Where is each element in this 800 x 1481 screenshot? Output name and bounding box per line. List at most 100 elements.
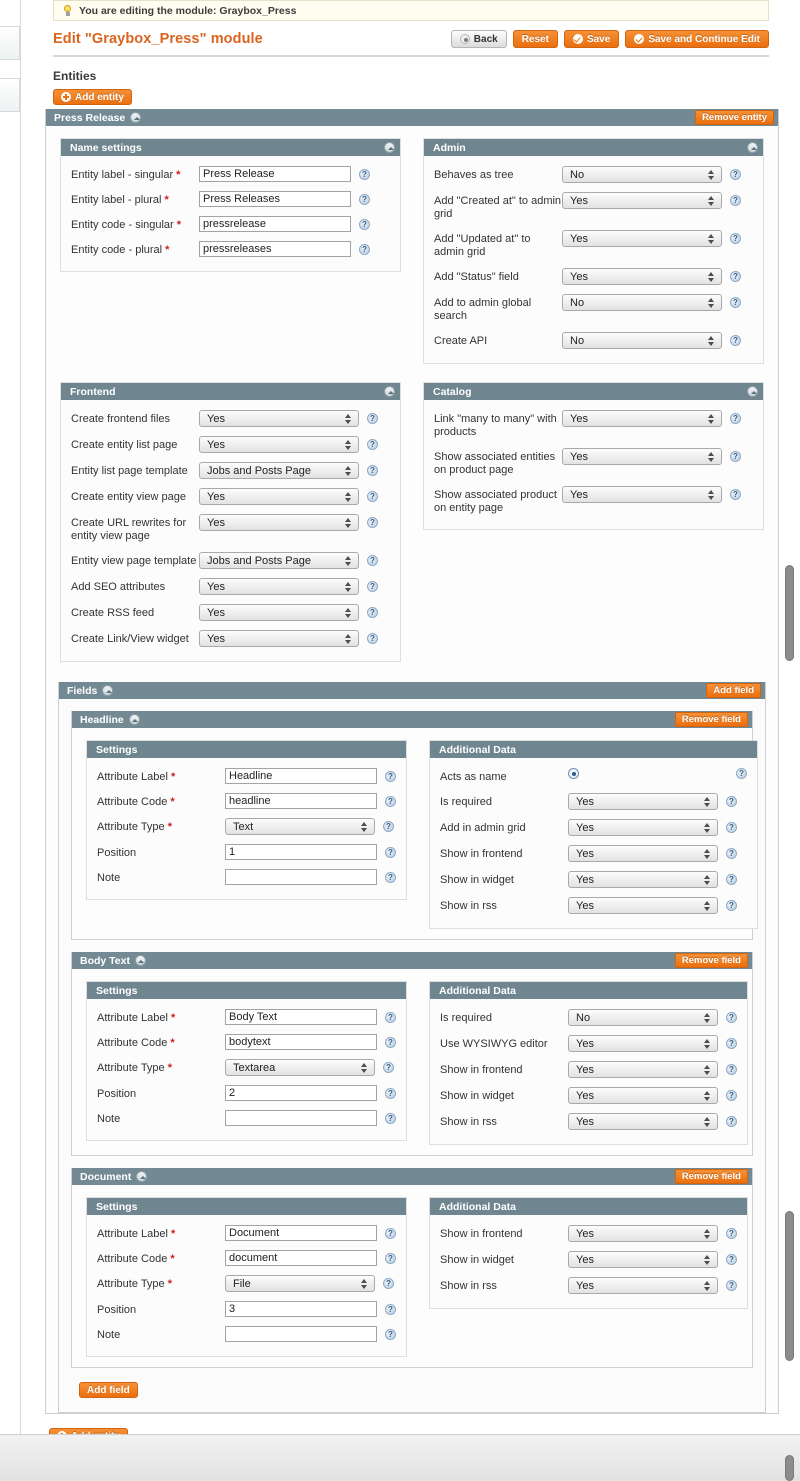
help-icon[interactable] (730, 195, 741, 206)
help-icon[interactable] (726, 848, 737, 859)
help-icon[interactable] (726, 1228, 737, 1239)
help-icon[interactable] (367, 517, 378, 528)
select-dropdown[interactable]: Yes (568, 871, 718, 888)
select-dropdown[interactable]: Yes (199, 630, 359, 647)
text-input[interactable] (199, 166, 351, 182)
help-icon[interactable] (385, 1113, 396, 1124)
add-field-button-top[interactable]: Add field (706, 683, 761, 698)
help-icon[interactable] (367, 439, 378, 450)
select-dropdown[interactable]: Yes (199, 410, 359, 427)
help-icon[interactable] (385, 872, 396, 883)
help-icon[interactable] (730, 233, 741, 244)
select-dropdown[interactable]: Yes (562, 410, 722, 427)
inner-scrollbar-2[interactable] (785, 1211, 794, 1361)
help-icon[interactable] (726, 874, 737, 885)
help-icon[interactable] (730, 335, 741, 346)
remove-field-button[interactable]: Remove field (675, 712, 748, 727)
help-icon[interactable] (726, 796, 737, 807)
help-icon[interactable] (359, 169, 370, 180)
select-dropdown[interactable]: Yes (568, 1061, 718, 1078)
help-icon[interactable] (383, 1278, 394, 1289)
reset-button[interactable]: Reset (513, 30, 558, 48)
save-button[interactable]: Save (564, 30, 619, 48)
select-dropdown[interactable]: Text (225, 818, 375, 835)
collapse-toggle-icon[interactable] (129, 714, 140, 725)
select-dropdown[interactable]: No (568, 1009, 718, 1026)
select-dropdown[interactable]: Yes (568, 1087, 718, 1104)
select-dropdown[interactable]: Yes (568, 1277, 718, 1294)
help-icon[interactable] (385, 1037, 396, 1048)
help-icon[interactable] (726, 822, 737, 833)
help-icon[interactable] (383, 1062, 394, 1073)
collapse-toggle-icon[interactable] (384, 142, 395, 153)
select-dropdown[interactable]: Yes (568, 1035, 718, 1052)
help-icon[interactable] (736, 768, 747, 779)
text-input[interactable] (199, 241, 351, 257)
help-icon[interactable] (726, 1254, 737, 1265)
help-icon[interactable] (726, 900, 737, 911)
help-icon[interactable] (385, 1012, 396, 1023)
text-input[interactable] (199, 191, 351, 207)
help-icon[interactable] (359, 219, 370, 230)
collapse-toggle-icon[interactable] (130, 112, 141, 123)
radio-button[interactable] (568, 768, 579, 779)
help-icon[interactable] (385, 1088, 396, 1099)
select-dropdown[interactable]: Yes (568, 819, 718, 836)
text-input[interactable] (225, 768, 377, 784)
save-and-continue-edit-button[interactable]: Save and Continue Edit (625, 30, 769, 48)
text-input[interactable] (225, 1225, 377, 1241)
select-dropdown[interactable]: Yes (199, 488, 359, 505)
select-dropdown[interactable]: Yes (568, 845, 718, 862)
text-input[interactable] (225, 1301, 377, 1317)
help-icon[interactable] (367, 581, 378, 592)
select-dropdown[interactable]: No (562, 294, 722, 311)
help-icon[interactable] (367, 607, 378, 618)
select-dropdown[interactable]: Yes (562, 268, 722, 285)
select-dropdown[interactable]: No (562, 332, 722, 349)
remove-field-button[interactable]: Remove field (675, 953, 748, 968)
help-icon[interactable] (385, 1253, 396, 1264)
help-icon[interactable] (730, 271, 741, 282)
select-dropdown[interactable]: Yes (568, 897, 718, 914)
help-icon[interactable] (730, 297, 741, 308)
remove-field-button[interactable]: Remove field (675, 1169, 748, 1184)
help-icon[interactable] (726, 1038, 737, 1049)
help-icon[interactable] (367, 491, 378, 502)
help-icon[interactable] (726, 1116, 737, 1127)
help-icon[interactable] (385, 771, 396, 782)
select-dropdown[interactable]: Yes (568, 1225, 718, 1242)
select-dropdown[interactable]: Yes (562, 486, 722, 503)
collapse-toggle-icon[interactable] (384, 386, 395, 397)
text-input[interactable] (225, 1034, 377, 1050)
text-input[interactable] (225, 793, 377, 809)
help-icon[interactable] (730, 451, 741, 462)
text-input[interactable] (225, 1110, 377, 1126)
help-icon[interactable] (359, 194, 370, 205)
select-dropdown[interactable]: No (562, 166, 722, 183)
help-icon[interactable] (730, 489, 741, 500)
select-dropdown[interactable]: File (225, 1275, 375, 1292)
select-dropdown[interactable]: Textarea (225, 1059, 375, 1076)
collapse-toggle-icon[interactable] (135, 955, 146, 966)
help-icon[interactable] (367, 633, 378, 644)
help-icon[interactable] (359, 244, 370, 255)
remove-entity-button[interactable]: Remove entity (695, 110, 774, 125)
text-input[interactable] (225, 1085, 377, 1101)
help-icon[interactable] (726, 1280, 737, 1291)
select-dropdown[interactable]: Yes (568, 793, 718, 810)
help-icon[interactable] (367, 555, 378, 566)
help-icon[interactable] (726, 1090, 737, 1101)
select-dropdown[interactable]: Jobs and Posts Page (199, 552, 359, 569)
help-icon[interactable] (385, 1329, 396, 1340)
help-icon[interactable] (385, 796, 396, 807)
select-dropdown[interactable]: Yes (568, 1113, 718, 1130)
help-icon[interactable] (385, 847, 396, 858)
select-dropdown[interactable]: Yes (562, 230, 722, 247)
help-icon[interactable] (730, 169, 741, 180)
help-icon[interactable] (385, 1228, 396, 1239)
help-icon[interactable] (367, 413, 378, 424)
collapse-toggle-icon[interactable] (102, 685, 113, 696)
help-icon[interactable] (367, 465, 378, 476)
help-icon[interactable] (385, 1304, 396, 1315)
select-dropdown[interactable]: Jobs and Posts Page (199, 462, 359, 479)
